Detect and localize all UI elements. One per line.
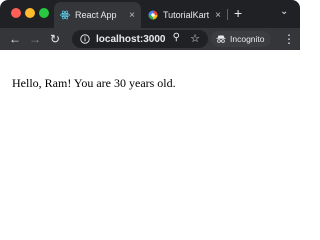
site-info-icon[interactable] [80,34,90,44]
tab-search-icon[interactable]: ⌄ [280,6,288,17]
zoom-icon[interactable]: ⚲ [173,32,180,43]
browser-menu-icon[interactable]: ⋮ [283,31,295,47]
window-minimize-button[interactable] [25,8,35,18]
window-maximize-button[interactable] [39,8,49,18]
new-tab-icon[interactable]: + [234,4,242,22]
greeting-text: Hello, Ram! You are 30 years old. [12,76,176,90]
back-arrow-icon[interactable]: ← [9,31,21,47]
tab-strip: React App × TutorialKart × + ⌄ [0,0,300,28]
react-icon [60,10,70,20]
tab-divider [227,9,228,20]
page-content: Hello, Ram! You are 30 years old. [0,50,300,225]
forward-arrow-icon[interactable]: → [29,31,41,47]
browser-window: React App × TutorialKart × + ⌄ ← → ↻ loc… [0,0,300,225]
close-tab-icon[interactable]: × [129,10,135,21]
incognito-label: Incognito [230,34,265,44]
tab-tutorialkart[interactable]: TutorialKart × [142,2,227,28]
tab-title: TutorialKart [163,10,210,20]
incognito-badge[interactable]: Incognito [211,31,271,47]
reload-icon[interactable]: ↻ [50,31,60,47]
incognito-icon [216,35,226,43]
tutorialkart-icon [148,10,158,20]
address-bar[interactable]: localhost:3000 ⚲ ☆ [72,30,208,48]
bookmark-star-icon[interactable]: ☆ [190,32,200,45]
window-close-button[interactable] [11,8,21,18]
tab-title: React App [75,10,117,20]
close-tab-icon[interactable]: × [215,10,221,21]
tab-react-app[interactable]: React App × [54,2,141,28]
url-text: localhost:3000 [96,33,166,45]
browser-toolbar: ← → ↻ localhost:3000 ⚲ ☆ Incognito ⋮ [0,28,300,50]
